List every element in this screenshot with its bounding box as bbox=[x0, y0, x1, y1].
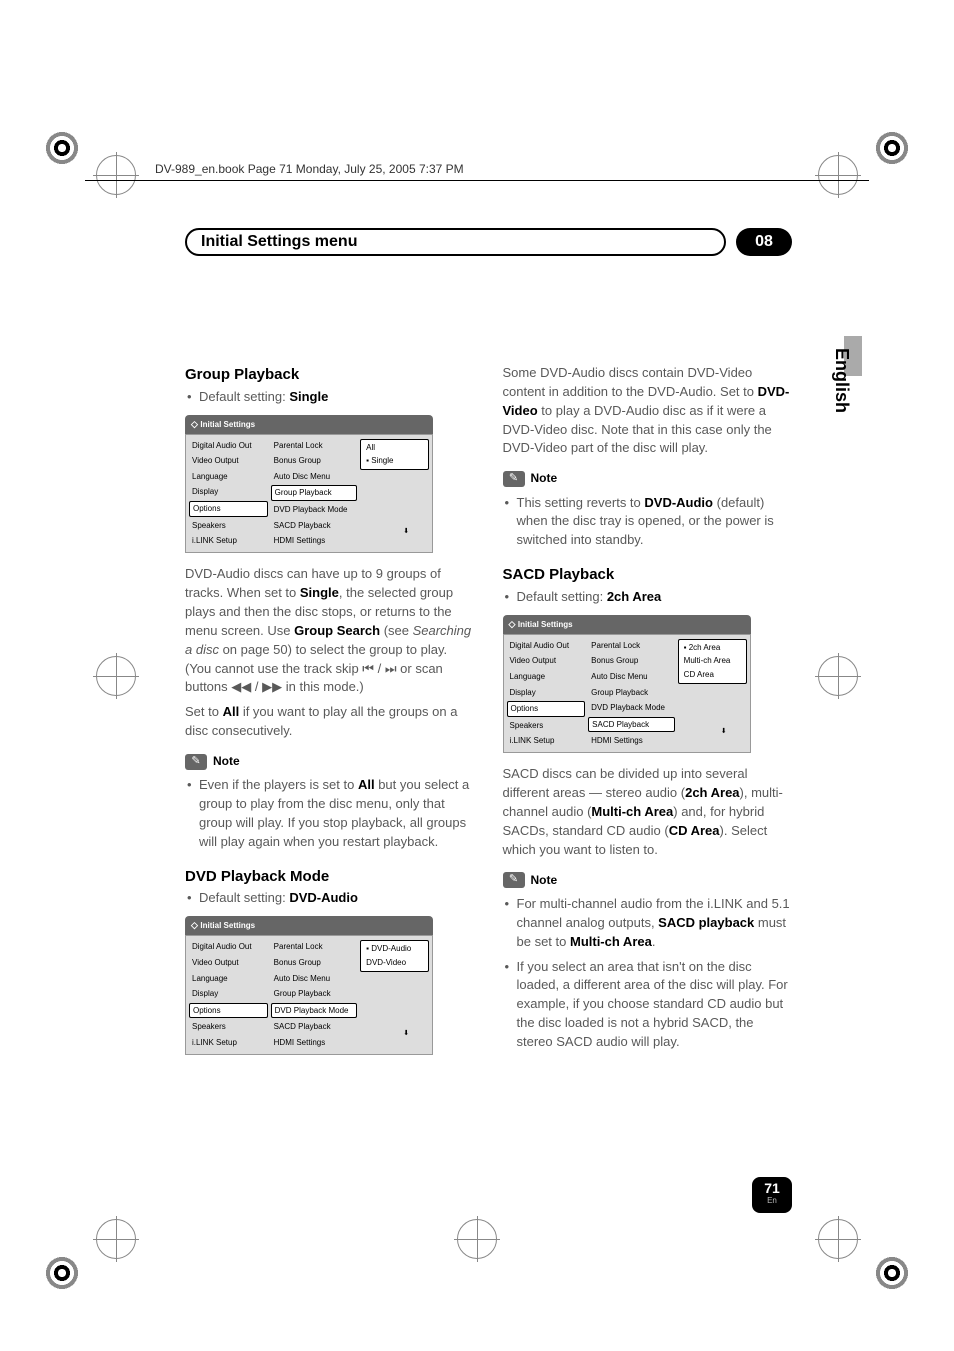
menu-item: Speakers bbox=[189, 519, 268, 533]
note-label: Note bbox=[213, 753, 240, 770]
menu-item: Group Playback bbox=[271, 485, 358, 501]
menu-item: Group Playback bbox=[271, 987, 358, 1001]
default-setting: Default setting: Single bbox=[185, 388, 475, 407]
print-mark bbox=[457, 1219, 497, 1259]
menu-option: Multi-ch Area bbox=[681, 654, 744, 668]
menu-item: Digital Audio Out bbox=[189, 940, 268, 954]
menu-item: Bonus Group bbox=[588, 654, 675, 668]
print-mark bbox=[818, 155, 858, 195]
left-column: Group Playback Default setting: Single ◇… bbox=[185, 364, 475, 1067]
note-label: Note bbox=[531, 470, 558, 487]
print-mark bbox=[96, 155, 136, 195]
menu-item: DVD Playback Mode bbox=[271, 1003, 358, 1019]
note-icon: ✎ bbox=[503, 872, 525, 888]
menu-item: HDMI Settings⬇ bbox=[271, 534, 358, 548]
page-number: 71 bbox=[752, 1180, 792, 1196]
menu-option: 2ch Area bbox=[681, 641, 744, 655]
note-text: Even if the players is set to All but yo… bbox=[185, 776, 475, 851]
body-text: Set to All if you want to play all the g… bbox=[185, 703, 475, 741]
note-text: If you select an area that isn't on the … bbox=[503, 958, 793, 1052]
menu-item: Speakers bbox=[189, 1020, 268, 1034]
menu-item: Digital Audio Out bbox=[189, 439, 268, 453]
menu-item: Language bbox=[189, 972, 268, 986]
print-mark bbox=[96, 1219, 136, 1259]
menu-item: Video Output bbox=[189, 454, 268, 468]
page-title: Initial Settings menu bbox=[185, 228, 726, 256]
print-mark bbox=[818, 1219, 858, 1259]
menu-option: CD Area bbox=[681, 668, 744, 682]
menu-item: Language bbox=[189, 470, 268, 484]
heading-sacd-playback: SACD Playback bbox=[503, 564, 793, 586]
menu-item: DVD Playback Mode bbox=[271, 503, 358, 517]
language-label: English bbox=[831, 348, 852, 413]
title-row: Initial Settings menu 08 bbox=[185, 228, 792, 256]
menu-item: Parental Lock bbox=[271, 439, 358, 453]
menu-option: Single bbox=[363, 454, 426, 468]
menu-option: DVD-Video bbox=[363, 956, 426, 970]
menu-option: DVD-Audio bbox=[363, 942, 426, 956]
print-mark bbox=[42, 128, 82, 168]
print-mark bbox=[872, 1253, 912, 1293]
menu-item: Options bbox=[189, 1003, 268, 1019]
body-text: Some DVD-Audio discs contain DVD-Video c… bbox=[503, 364, 793, 458]
header-rule bbox=[85, 180, 869, 181]
menu-item: Language bbox=[507, 670, 586, 684]
menu-item: SACD Playback bbox=[271, 519, 358, 533]
note-row: ✎ Note bbox=[503, 872, 793, 889]
menu-panel-sacd-playback: ◇ Initial Settings Digital Audio OutVide… bbox=[503, 615, 751, 754]
menu-item: Display bbox=[189, 987, 268, 1001]
menu-item: SACD Playback bbox=[588, 717, 675, 733]
default-setting: Default setting: DVD-Audio bbox=[185, 889, 475, 908]
note-icon: ✎ bbox=[185, 754, 207, 770]
note-text: For multi-channel audio from the i.LINK … bbox=[503, 895, 793, 952]
menu-item: HDMI Settings⬇ bbox=[271, 1036, 358, 1050]
menu-panel-group-playback: ◇ Initial Settings Digital Audio OutVide… bbox=[185, 415, 433, 554]
note-text: This setting reverts to DVD-Audio (defau… bbox=[503, 494, 793, 551]
menu-item: Auto Disc Menu bbox=[271, 470, 358, 484]
menu-item: Display bbox=[189, 485, 268, 499]
header-file-path: DV-989_en.book Page 71 Monday, July 25, … bbox=[155, 162, 464, 176]
menu-panel-dvd-playback-mode: ◇ Initial Settings Digital Audio OutVide… bbox=[185, 916, 433, 1055]
page-number-box: 71 En bbox=[752, 1177, 792, 1213]
note-row: ✎ Note bbox=[185, 753, 475, 770]
default-setting: Default setting: 2ch Area bbox=[503, 588, 793, 607]
menu-item: Bonus Group bbox=[271, 454, 358, 468]
body-text: DVD-Audio discs can have up to 9 groups … bbox=[185, 565, 475, 697]
print-mark bbox=[872, 128, 912, 168]
note-label: Note bbox=[531, 872, 558, 889]
print-mark bbox=[818, 656, 858, 696]
menu-item: Group Playback bbox=[588, 686, 675, 700]
chapter-badge: 08 bbox=[736, 228, 792, 256]
menu-item: Video Output bbox=[189, 956, 268, 970]
menu-item: Options bbox=[189, 501, 268, 517]
menu-item: SACD Playback bbox=[271, 1020, 358, 1034]
body-text: SACD discs can be divided up into severa… bbox=[503, 765, 793, 859]
menu-item: i.LINK Setup bbox=[189, 534, 268, 548]
menu-item: Digital Audio Out bbox=[507, 639, 586, 653]
menu-item: i.LINK Setup bbox=[507, 734, 586, 748]
heading-group-playback: Group Playback bbox=[185, 364, 475, 386]
menu-item: Auto Disc Menu bbox=[588, 670, 675, 684]
menu-item: Bonus Group bbox=[271, 956, 358, 970]
menu-item: Options bbox=[507, 701, 586, 717]
menu-option: All bbox=[363, 441, 426, 455]
menu-item: Speakers bbox=[507, 719, 586, 733]
menu-item: DVD Playback Mode bbox=[588, 701, 675, 715]
menu-item: Video Output bbox=[507, 654, 586, 668]
menu-item: Parental Lock bbox=[271, 940, 358, 954]
menu-item: HDMI Settings⬇ bbox=[588, 734, 675, 748]
right-column: Some DVD-Audio discs contain DVD-Video c… bbox=[503, 364, 793, 1067]
menu-item: Auto Disc Menu bbox=[271, 972, 358, 986]
note-icon: ✎ bbox=[503, 471, 525, 487]
page-lang: En bbox=[752, 1196, 792, 1205]
heading-dvd-playback-mode: DVD Playback Mode bbox=[185, 866, 475, 888]
print-mark bbox=[42, 1253, 82, 1293]
menu-item: i.LINK Setup bbox=[189, 1036, 268, 1050]
menu-item: Display bbox=[507, 686, 586, 700]
menu-item: Parental Lock bbox=[588, 639, 675, 653]
note-row: ✎ Note bbox=[503, 470, 793, 487]
print-mark bbox=[96, 656, 136, 696]
